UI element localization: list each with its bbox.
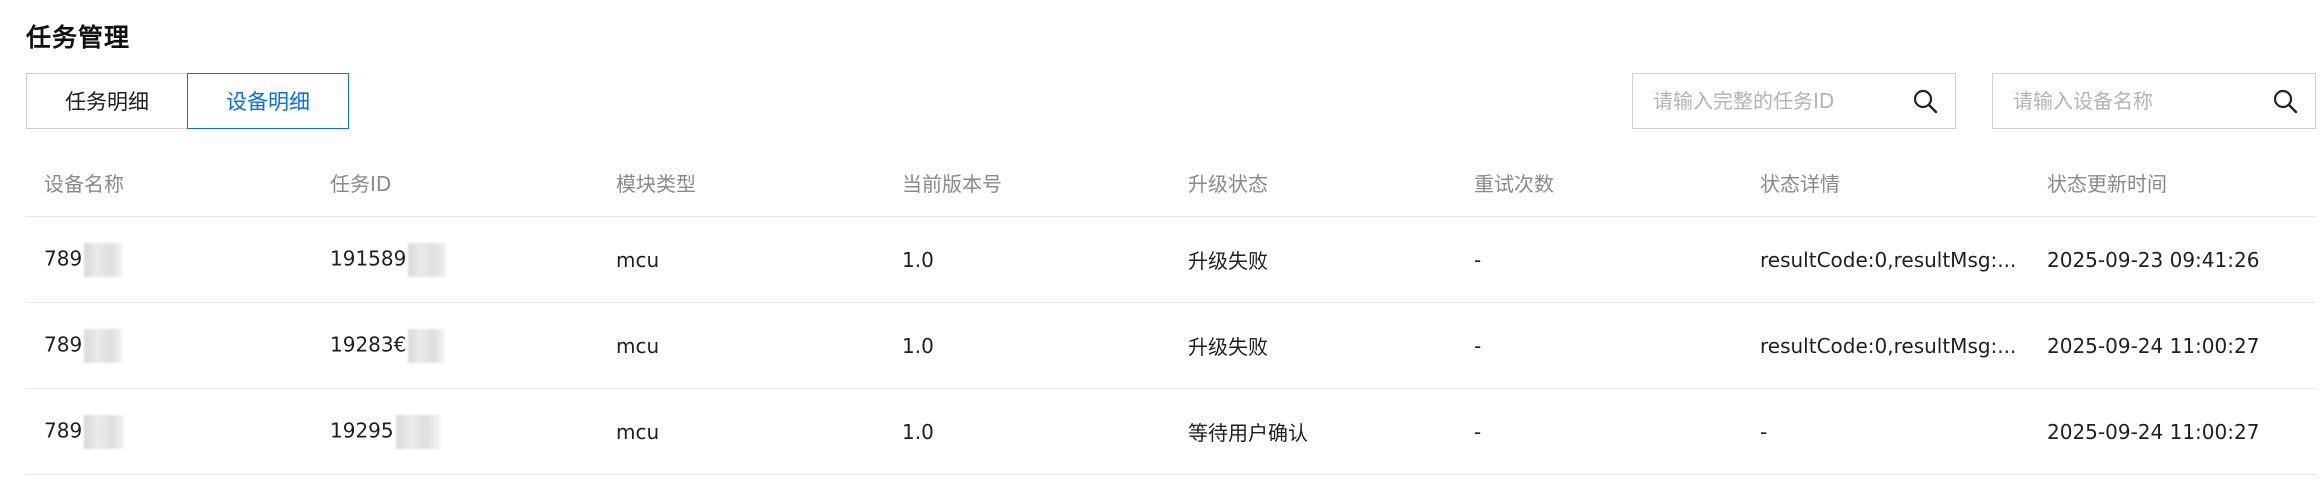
column-header-status-detail: 状态详情	[1742, 148, 2029, 217]
device-name-text: 789	[44, 418, 83, 442]
cell-module-type: mcu	[598, 216, 884, 303]
redacted-mask	[84, 328, 123, 363]
cell-device-name: 789	[26, 302, 312, 389]
column-header-retry-count: 重试次数	[1456, 148, 1742, 217]
task-id-search	[1632, 73, 1956, 129]
column-header-current-version: 当前版本号	[884, 148, 1170, 217]
column-header-upgrade-status: 升级状态	[1170, 148, 1456, 217]
column-header-task-id: 任务ID	[312, 148, 598, 217]
cell-retry-count: -	[1456, 216, 1742, 303]
cell-status-detail: resultCode:0,resultMsg:...	[1742, 302, 2029, 389]
redacted-mask	[84, 414, 125, 449]
cell-upgrade-status: 等待用户确认	[1170, 388, 1456, 475]
device-name-text: 789	[44, 246, 83, 270]
device-detail-table: 设备名称 任务ID 模块类型 当前版本号 升级状态 重试次数 状态详情 状态更新…	[26, 148, 2316, 475]
table-row: 789 19295 mcu 1.0 等待用户确认 - - 2025-09-24 …	[26, 388, 2316, 475]
table-header-row: 设备名称 任务ID 模块类型 当前版本号 升级状态 重试次数 状态详情 状态更新…	[26, 148, 2316, 217]
cell-task-id: 191589	[312, 216, 598, 303]
device-name-search	[1992, 73, 2316, 129]
device-name-text: 789	[44, 332, 83, 356]
cell-status-detail: resultCode:0,resultMsg:...	[1742, 216, 2029, 303]
cell-task-id: 19283€	[312, 302, 598, 389]
cell-device-name: 789	[26, 388, 312, 475]
cell-upgrade-status: 升级失败	[1170, 302, 1456, 389]
task-id-text: 19295	[330, 418, 394, 442]
column-header-device-name: 设备名称	[26, 148, 312, 217]
cell-status-detail: -	[1742, 388, 2029, 475]
cell-device-name: 789	[26, 216, 312, 303]
redacted-mask	[395, 414, 440, 449]
cell-module-type: mcu	[598, 388, 884, 475]
column-header-updated-time: 状态更新时间	[2029, 148, 2316, 217]
task-id-text: 19283€	[330, 332, 407, 356]
cell-updated-time: 2025-09-23 09:41:26	[2029, 216, 2316, 303]
cell-current-version: 1.0	[884, 302, 1170, 389]
status-detail-text: resultCode:0,resultMsg:...	[1760, 333, 2017, 358]
redacted-mask	[408, 242, 447, 277]
search-icon[interactable]	[1895, 74, 1955, 128]
cell-upgrade-status: 升级失败	[1170, 216, 1456, 303]
table-row: 789 191589 mcu 1.0 升级失败 - resultCode:0,r…	[26, 216, 2316, 303]
cell-module-type: mcu	[598, 302, 884, 389]
redacted-mask	[408, 328, 445, 363]
page-title: 任务管理	[26, 23, 131, 52]
redacted-mask	[84, 242, 123, 277]
cell-updated-time: 2025-09-24 11:00:27	[2029, 302, 2316, 389]
column-header-module-type: 模块类型	[598, 148, 884, 217]
search-icon[interactable]	[2255, 74, 2315, 128]
cell-retry-count: -	[1456, 388, 1742, 475]
cell-current-version: 1.0	[884, 216, 1170, 303]
status-detail-text: -	[1760, 419, 1768, 444]
task-id-search-input[interactable]	[1633, 74, 1895, 128]
status-detail-text: resultCode:0,resultMsg:...	[1760, 247, 2017, 272]
cell-task-id: 19295	[312, 388, 598, 475]
cell-updated-time: 2025-09-24 11:00:27	[2029, 388, 2316, 475]
tab-task-details[interactable]: 任务明细	[26, 73, 187, 129]
tab-device-details[interactable]: 设备明细	[187, 73, 349, 129]
cell-current-version: 1.0	[884, 388, 1170, 475]
tab-bar: 任务明细 设备明细	[26, 73, 349, 129]
device-name-search-input[interactable]	[1993, 74, 2255, 128]
task-id-text: 191589	[330, 246, 407, 270]
cell-retry-count: -	[1456, 302, 1742, 389]
table-row: 789 19283€ mcu 1.0 升级失败 - resultCode:0,r…	[26, 302, 2316, 389]
